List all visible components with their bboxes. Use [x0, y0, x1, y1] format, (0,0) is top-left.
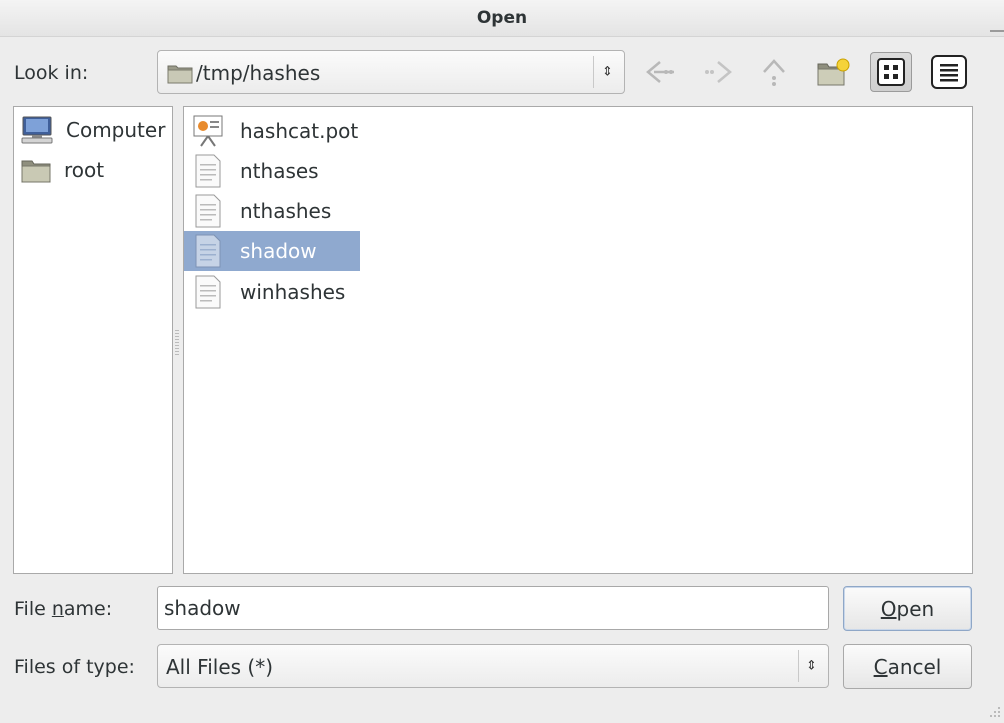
file-type-value: All Files (*)	[166, 655, 274, 679]
file-name: hashcat.pot	[240, 119, 359, 143]
new-folder-button[interactable]	[812, 52, 852, 92]
forward-arrow-icon	[705, 61, 732, 83]
combo-separator	[798, 650, 799, 682]
list-item-selected[interactable]: shadow	[184, 231, 360, 271]
text-file-icon	[190, 233, 226, 269]
list-item[interactable]: hashcat.pot	[190, 111, 368, 151]
sidebar-item-label: root	[64, 158, 105, 182]
cancel-button[interactable]: Cancel	[843, 644, 972, 689]
file-name: nthases	[240, 159, 319, 183]
file-name: nthashes	[240, 199, 332, 223]
up-button[interactable]	[754, 52, 794, 92]
list-item[interactable]: winhashes	[190, 272, 355, 312]
back-arrow-icon	[646, 61, 674, 83]
window-title: Open	[476, 8, 528, 28]
file-name: shadow	[240, 239, 317, 263]
combo-separator	[593, 56, 594, 88]
list-item[interactable]: nthases	[190, 151, 329, 191]
title-bar[interactable]: Open	[0, 0, 1004, 37]
presentation-file-icon	[190, 113, 226, 149]
file-type-combo[interactable]: All Files (*) ⇕	[157, 644, 829, 688]
computer-icon	[21, 116, 53, 144]
sidebar-item-root[interactable]: root	[20, 153, 104, 187]
look-in-combo[interactable]: /tmp/hashes ⇕	[157, 50, 625, 94]
file-type-label: Files of type:	[14, 656, 135, 678]
file-name: winhashes	[240, 280, 346, 304]
pane-splitter-handle[interactable]	[175, 330, 179, 356]
file-name-label: File name:	[14, 598, 113, 620]
updown-arrow-icon: ⇕	[806, 658, 817, 674]
updown-arrow-icon: ⇕	[602, 64, 613, 80]
window-edge	[990, 30, 1004, 32]
resize-grip-icon[interactable]	[987, 699, 1001, 717]
list-view-button[interactable]	[928, 52, 970, 92]
back-button[interactable]	[640, 52, 680, 92]
up-arrow-icon	[763, 59, 785, 86]
text-file-icon	[190, 274, 226, 310]
text-file-icon	[190, 153, 226, 189]
icon-view-icon	[877, 58, 905, 86]
new-folder-icon	[817, 58, 850, 86]
list-view-icon	[931, 55, 967, 89]
places-sidebar[interactable]: Computer root	[13, 106, 173, 574]
sidebar-item-computer[interactable]: Computer	[20, 113, 165, 147]
sidebar-item-label: Computer	[66, 118, 166, 142]
open-button[interactable]: Open	[843, 586, 972, 631]
folder-icon	[167, 62, 193, 89]
forward-button[interactable]	[698, 52, 738, 92]
text-file-icon	[190, 193, 226, 229]
icon-view-button[interactable]	[870, 52, 912, 92]
file-name-input[interactable]: shadow	[157, 586, 829, 630]
look-in-label: Look in:	[14, 62, 89, 84]
folder-icon	[21, 160, 51, 183]
list-item[interactable]: nthashes	[190, 191, 341, 231]
file-list[interactable]: hashcat.pot nthases nthashes shadow winh…	[183, 106, 973, 574]
look-in-path: /tmp/hashes	[196, 61, 321, 85]
